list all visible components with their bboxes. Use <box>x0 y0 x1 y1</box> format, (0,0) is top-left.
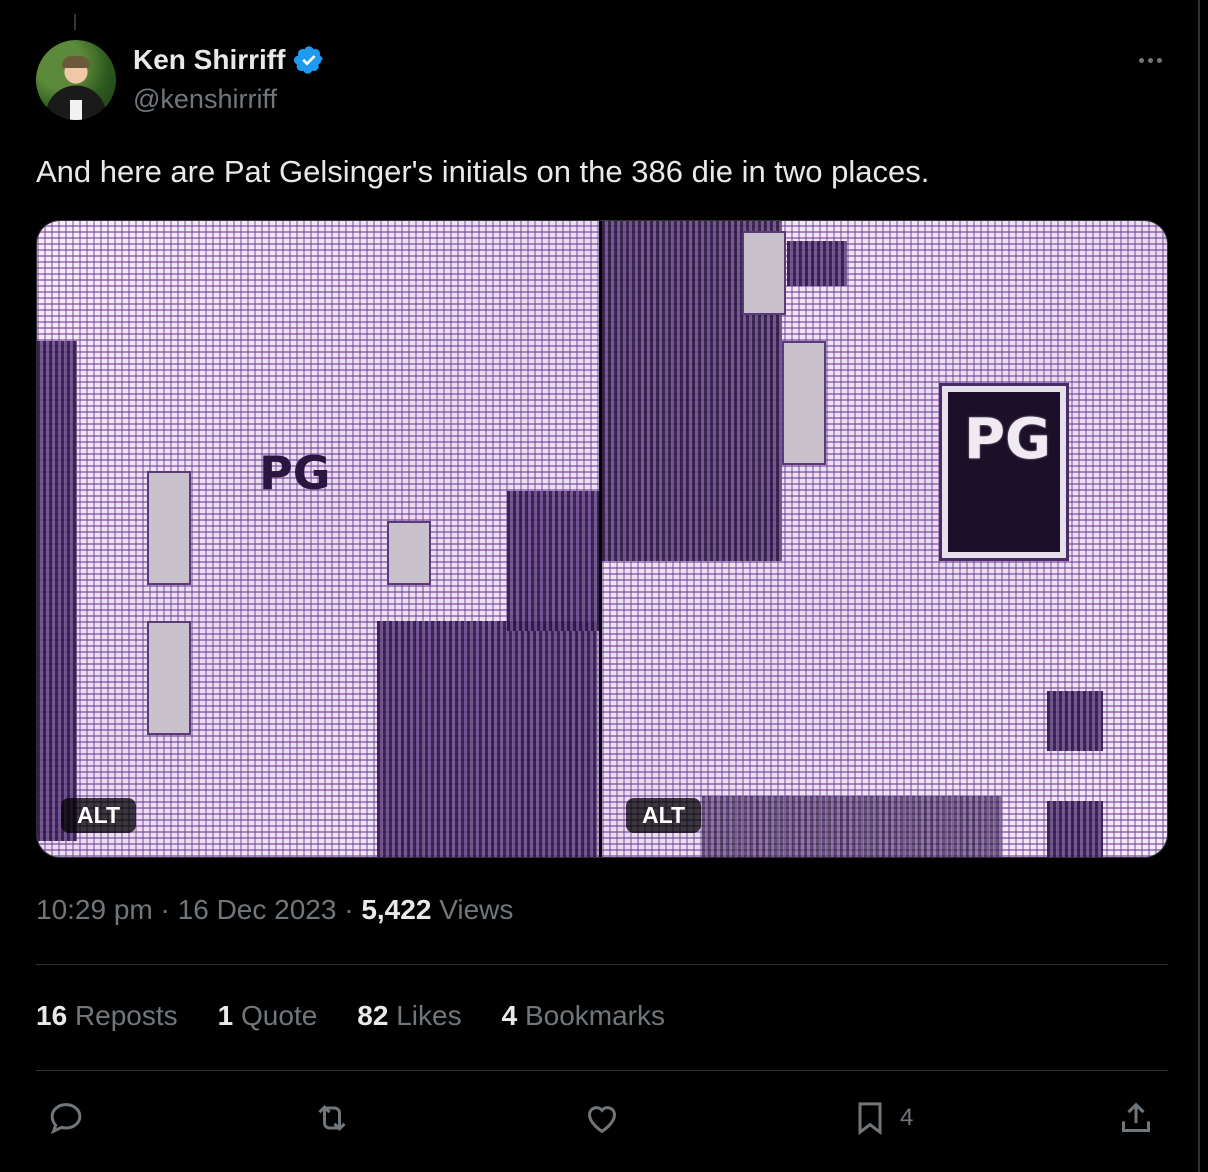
divider <box>36 964 1168 965</box>
author-name-row[interactable]: Ken Shirriff <box>133 44 325 76</box>
more-options-icon[interactable] <box>1132 46 1168 74</box>
alt-badge[interactable]: ALT <box>61 798 137 833</box>
reply-icon <box>50 1103 82 1135</box>
bookmarks-stat[interactable]: 4 Bookmarks <box>502 1000 665 1032</box>
divider <box>36 1070 1168 1071</box>
repost-button[interactable] <box>312 1090 352 1146</box>
die-block <box>387 521 431 585</box>
engagement-stats: 16 Reposts 1 Quote 82 Likes 4 Bookmarks <box>36 1000 665 1032</box>
tweet-time[interactable]: 10:29 pm <box>36 894 153 925</box>
pg-initials-left: PG <box>259 446 331 500</box>
more-dot <box>1138 57 1144 63</box>
pg-initials-right: PG <box>964 407 1052 472</box>
views-count: 5,422 <box>361 894 432 925</box>
tweet-date[interactable]: 16 Dec 2023 <box>178 894 337 925</box>
share-button[interactable] <box>1116 1090 1156 1146</box>
die-dark-region <box>1047 801 1103 857</box>
verified-badge-icon <box>294 46 324 74</box>
die-dark-region <box>1047 691 1103 751</box>
die-block <box>782 341 826 465</box>
die-dark-region <box>507 491 599 631</box>
avatar-shirt <box>70 100 82 120</box>
author-handle[interactable]: @kenshirriff <box>133 84 277 115</box>
views-label: Views <box>439 894 514 925</box>
die-dark-region <box>787 241 847 286</box>
like-icon <box>587 1106 617 1134</box>
like-button[interactable] <box>582 1090 622 1146</box>
repost-icon <box>318 1105 346 1131</box>
avatar[interactable] <box>36 40 116 120</box>
die-dark-region <box>377 621 597 857</box>
reply-button[interactable] <box>46 1090 86 1146</box>
media-grid: PG ALT PG ALT <box>36 220 1168 858</box>
bookmark-button[interactable]: 4 <box>850 1090 913 1146</box>
media-image-right[interactable]: PG ALT <box>602 221 1167 857</box>
quotes-stat[interactable]: 1 Quote <box>218 1000 318 1032</box>
author-name[interactable]: Ken Shirriff <box>133 44 285 76</box>
thread-connector-line <box>74 14 76 30</box>
meta-separator: · <box>160 894 170 925</box>
avatar-hair <box>62 56 90 68</box>
more-dot <box>1147 57 1153 63</box>
bookmark-icon <box>858 1102 882 1136</box>
alt-badge[interactable]: ALT <box>626 798 702 833</box>
die-block <box>147 621 191 735</box>
more-dot <box>1156 57 1162 63</box>
die-block <box>147 471 191 585</box>
likes-stat[interactable]: 82 Likes <box>357 1000 461 1032</box>
action-bar: 4 <box>36 1090 1168 1146</box>
die-dark-region <box>37 341 77 841</box>
tweet-meta: 10:29 pm · 16 Dec 2023 · 5,422 Views <box>36 894 513 926</box>
die-block <box>742 231 786 315</box>
die-dark-region <box>702 796 1002 857</box>
bookmark-count: 4 <box>900 1104 914 1131</box>
media-image-left[interactable]: PG ALT <box>37 221 602 857</box>
meta-separator: · <box>344 894 354 925</box>
tweet-text: And here are Pat Gelsinger's initials on… <box>36 154 930 189</box>
share-icon <box>1122 1102 1150 1132</box>
reposts-stat[interactable]: 16 Reposts <box>36 1000 178 1032</box>
